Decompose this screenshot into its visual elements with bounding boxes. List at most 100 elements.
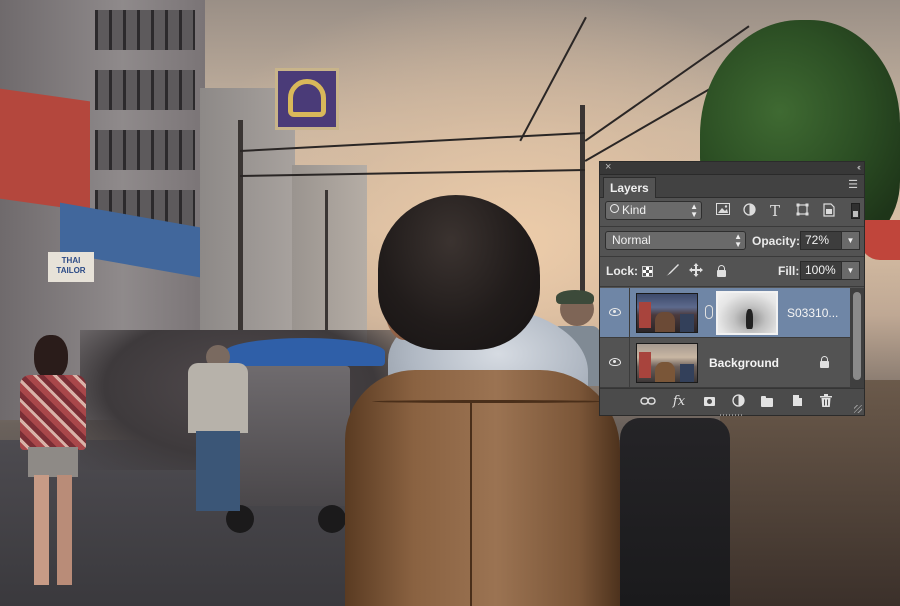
thumb-detail: [655, 312, 675, 332]
tab-layers[interactable]: Layers: [603, 177, 656, 198]
man-jeans: [196, 431, 240, 511]
thumb-detail: [680, 314, 694, 332]
layers-list: S03310... Background: [600, 288, 850, 388]
layer-name[interactable]: Background: [709, 356, 779, 370]
tab-strip: Layers ☰: [600, 175, 864, 198]
divider: [600, 226, 864, 227]
panel-title-bar[interactable]: × ‹‹: [600, 160, 864, 175]
eye-icon: [609, 358, 621, 366]
lock-transparent-pixels-icon[interactable]: [642, 266, 653, 277]
layers-scrollbar[interactable]: [850, 288, 864, 388]
search-icon: [610, 204, 619, 213]
eye-icon: [609, 308, 621, 316]
man-shirt: [188, 363, 248, 433]
collapse-icon[interactable]: ‹‹: [857, 160, 861, 174]
balcony: [95, 10, 195, 50]
mask-figure: [746, 309, 753, 329]
close-icon[interactable]: ×: [605, 160, 611, 174]
thumb-detail: [655, 362, 675, 382]
lock-icon: [820, 356, 829, 368]
jacket-seam: [470, 400, 472, 606]
adjustment-layer-icon[interactable]: [729, 394, 747, 410]
divider: [600, 286, 864, 287]
new-layer-icon[interactable]: [788, 394, 806, 410]
smart-object-filter-icon[interactable]: [821, 203, 837, 219]
fill-field[interactable]: 100%: [800, 261, 842, 280]
layer-row-s03310[interactable]: S03310...: [600, 288, 850, 338]
thumb-detail: [639, 352, 651, 378]
lock-label: Lock:: [606, 264, 639, 278]
subject-jacket: [345, 370, 620, 606]
layer-name[interactable]: S03310...: [787, 306, 838, 320]
divider: [600, 256, 864, 257]
add-mask-icon[interactable]: [700, 394, 718, 410]
woman-shirt: [20, 375, 86, 450]
opacity-dropdown-icon[interactable]: ▼: [841, 231, 860, 250]
blend-mode-value: Normal: [612, 233, 651, 247]
type-filter-icon[interactable]: T: [767, 203, 783, 219]
woman-shorts: [28, 447, 78, 477]
opacity-field[interactable]: 72%: [800, 231, 842, 250]
select-arrows-icon: ▲ ▼: [690, 202, 698, 219]
adjustment-filter-icon[interactable]: [741, 203, 757, 219]
visibility-toggle[interactable]: [600, 288, 630, 337]
link-layers-icon[interactable]: [639, 394, 657, 410]
red-umbrella: [860, 220, 900, 260]
filter-row: Kind ▲ ▼ T: [600, 198, 864, 226]
fill-dropdown-icon[interactable]: ▼: [841, 261, 860, 280]
subject-hair: [378, 195, 540, 350]
layers-panel: × ‹‹ Layers ☰ Kind ▲ ▼ T Normal ▲ ▼ Opaci: [599, 161, 865, 416]
lock-position-icon[interactable]: [688, 263, 704, 279]
bank-logo-icon: [288, 79, 326, 117]
lock-image-pixels-icon[interactable]: [664, 263, 680, 279]
image-filter-icon[interactable]: [715, 203, 731, 219]
new-layer-glyph: [792, 395, 802, 406]
resize-grip-icon[interactable]: [854, 405, 862, 413]
balcony: [95, 130, 195, 170]
folder-glyph: [761, 396, 773, 407]
layer-style-icon[interactable]: fx: [670, 394, 688, 410]
filter-toggle-switch[interactable]: [851, 203, 860, 219]
layer-row-background[interactable]: Background: [600, 338, 850, 388]
man-background: [188, 345, 248, 511]
layer-thumbnail: [636, 343, 698, 383]
woman-walking: [18, 335, 86, 590]
shop-sign: THAI TAILOR: [48, 252, 94, 282]
layer-mask-thumbnail[interactable]: [716, 291, 778, 335]
red-awning: [0, 88, 90, 212]
blend-mode-select[interactable]: Normal ▲ ▼: [605, 231, 746, 250]
layer-thumbnail: [636, 293, 698, 333]
mask-glyph: [703, 397, 715, 406]
visibility-toggle[interactable]: [600, 338, 630, 387]
opacity-label: Opacity:: [752, 234, 801, 248]
tuktuk-wheel: [318, 505, 346, 533]
panel-resize-handle[interactable]: [720, 414, 744, 416]
balcony: [95, 70, 195, 110]
utility-pole: [580, 105, 585, 305]
far-building: [292, 165, 367, 345]
filter-kind-select[interactable]: Kind ▲ ▼: [605, 201, 702, 220]
thumb-detail: [639, 302, 651, 328]
utility-pole: [238, 120, 243, 340]
layers-bottom-bar: fx: [600, 388, 864, 415]
select-arrows-icon: ▲ ▼: [734, 232, 742, 249]
shape-filter-icon[interactable]: [794, 203, 810, 219]
man-foreground-right: [620, 418, 730, 606]
utility-pole: [325, 190, 328, 340]
panel-menu-icon[interactable]: ☰: [846, 178, 860, 192]
lock-row: Lock: Fill: 100% ▼: [600, 258, 864, 284]
new-group-icon[interactable]: [758, 394, 776, 410]
scrollbar-thumb[interactable]: [853, 292, 861, 380]
woman-legs: [34, 475, 72, 585]
mask-link-icon[interactable]: [705, 305, 713, 319]
woman-head: [34, 335, 68, 379]
lock-all-icon[interactable]: [717, 265, 726, 277]
filter-kind-value: Kind: [622, 203, 647, 217]
thumb-detail: [680, 364, 694, 382]
bank-sign: [275, 68, 339, 130]
tuktuk-roof: [225, 338, 385, 366]
jacket-yoke: [372, 400, 604, 403]
fill-label: Fill:: [778, 264, 800, 278]
man-cap: [556, 290, 594, 304]
trash-icon[interactable]: [817, 394, 835, 410]
